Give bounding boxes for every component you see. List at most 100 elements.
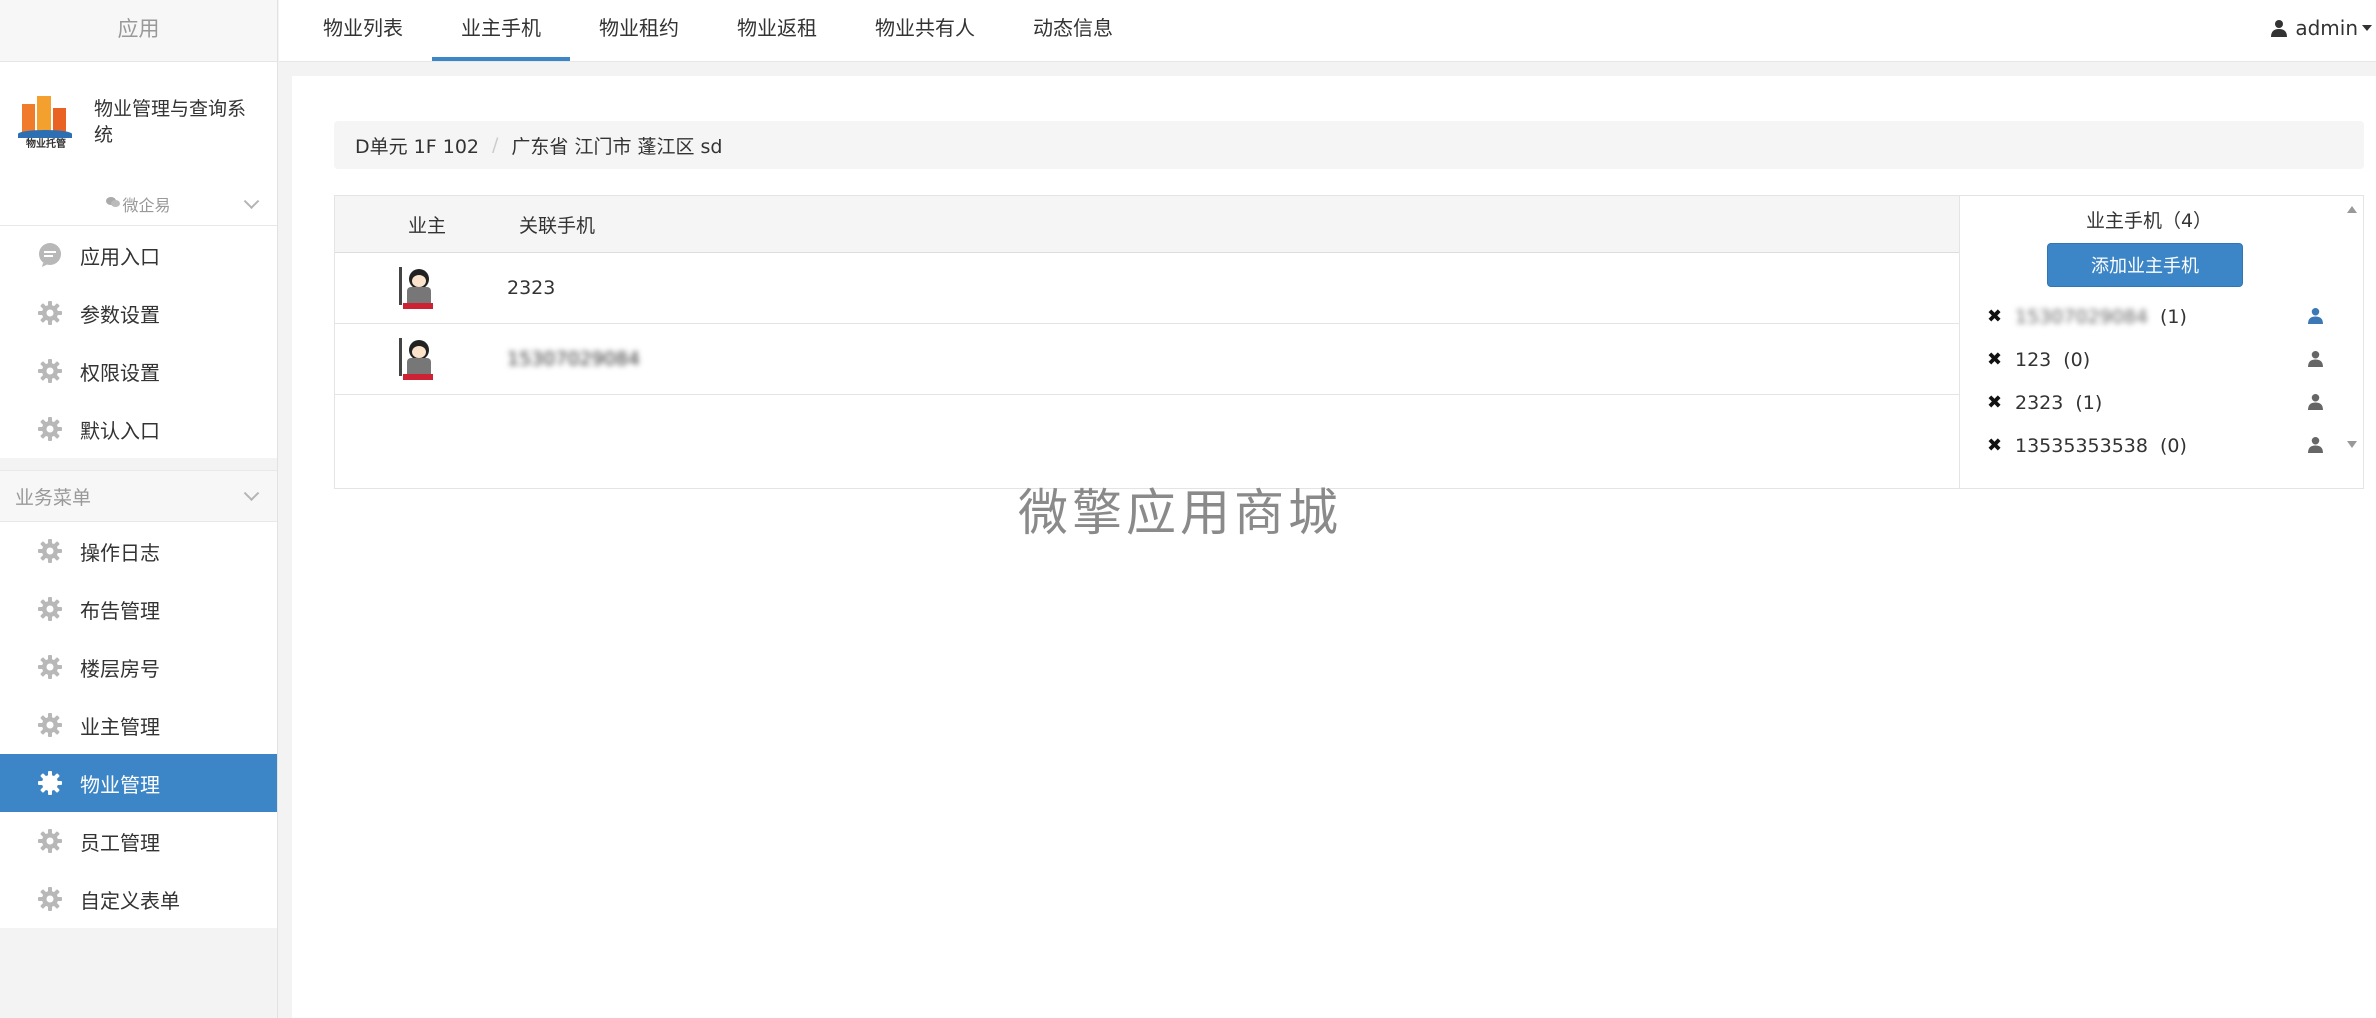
owners-table: 业主 关联手机 2323 15307029084 [335,196,1960,488]
sidebar: 应用 物业托管 物业管理与查询系统 微企易 应用入口参数设置权限设置默认入口 业… [0,0,278,1018]
sidebar-top-menu: 应用入口参数设置权限设置默认入口 [0,226,277,458]
phone-count: (1) [2159,305,2187,328]
user-menu[interactable]: admin [2271,0,2376,56]
phone-count: (0) [2159,434,2187,457]
sidebar-item-label: 物业管理 [80,772,160,797]
delete-icon[interactable]: ✖ [1987,306,2015,327]
sidebar-item-top-3[interactable]: 默认入口 [0,400,277,458]
avatar[interactable] [393,265,439,311]
top-navigation: 物业列表 业主手机 物业租约 物业返租 物业共有人 动态信息 admin [279,0,2376,62]
sidebar-section-business[interactable]: 业务菜单 [0,470,277,522]
sidebar-item-label: 自定义表单 [80,888,180,913]
phone-number: 15307029084 [2015,305,2148,328]
user-icon[interactable] [2308,393,2323,415]
gear-icon [36,415,64,443]
tab-5[interactable]: 动态信息 [1004,0,1142,62]
sidebar-item-4[interactable]: 物业管理 [0,754,277,812]
sidebar-item-label: 员工管理 [80,830,160,855]
sidebar-item-1[interactable]: 布告管理 [0,580,277,638]
chevron-down-icon[interactable] [243,485,260,502]
table-row: 2323 [335,253,1959,324]
sidebar-item-0[interactable]: 操作日志 [0,522,277,580]
scrollbar[interactable] [2341,196,2363,488]
section-title: 业务菜单 [15,486,92,509]
breadcrumb-unit[interactable]: D单元 1F 102 [355,132,479,159]
breadcrumb-address: 广东省 江门市 蓬江区 sd [511,135,723,158]
sidebar-item-label: 参数设置 [80,302,160,327]
owners-box: 业主 关联手机 2323 15307029084 业主手机（4） 添加业主手机 ✖… [334,195,2364,489]
breadcrumb: D单元 1F 102 / 广东省 江门市 蓬江区 sd [334,121,2364,169]
list-item: ✖ 13535353538 (0) [1961,424,2363,467]
sidebar-item-label: 应用入口 [80,244,160,269]
linked-phone-cell: 15307029084 [507,348,640,370]
phone-count: (1) [2075,391,2103,414]
user-icon [2271,19,2288,37]
scroll-up-icon[interactable] [2347,206,2357,213]
user-icon[interactable] [2308,307,2323,329]
add-owner-phone-button[interactable]: 添加业主手机 [2047,243,2243,287]
table-header: 业主 关联手机 [335,196,1959,253]
list-item: ✖ 2323 (1) [1961,381,2363,424]
delete-icon[interactable]: ✖ [1987,392,2015,413]
phone-count: (0) [2063,348,2091,371]
breadcrumb-separator: / [492,134,499,156]
tab-1[interactable]: 业主手机 [432,0,570,62]
owner-cell [335,336,497,382]
sidebar-item-5[interactable]: 员工管理 [0,812,277,870]
tab-0[interactable]: 物业列表 [294,0,432,62]
sidebar-sub-link[interactable]: 微企易 [0,182,277,226]
gear-icon [36,711,64,739]
linked-phone-cell: 2323 [507,277,556,299]
main-panel: D单元 1F 102 / 广东省 江门市 蓬江区 sd 业主 关联手机 2323… [292,76,2376,1018]
chevron-down-icon[interactable] [243,192,260,209]
tab-2[interactable]: 物业租约 [570,0,708,62]
gear-icon [36,827,64,855]
tab-4[interactable]: 物业共有人 [846,0,1004,62]
sidebar-item-label: 楼层房号 [80,656,160,681]
phones-panel-title: 业主手机（4） [2085,210,2213,232]
list-item: ✖ 15307029084 (1) [1961,295,2363,338]
sidebar-item-3[interactable]: 业主管理 [0,696,277,754]
wechat-icon [106,196,121,212]
gear-icon [36,537,64,565]
gear-icon [36,653,64,681]
delete-icon[interactable]: ✖ [1987,349,2015,370]
app-logo: 物业托管 [16,92,76,152]
phone-number: 2323 [2015,391,2064,414]
tab-3[interactable]: 物业返租 [708,0,846,62]
gear-icon [36,769,64,797]
list-item: ✖ 123 (0) [1961,338,2363,381]
owner-cell [335,265,497,311]
username: admin [2295,16,2358,40]
sidebar-item-6[interactable]: 自定义表单 [0,870,277,928]
sidebar-item-label: 权限设置 [80,360,160,385]
sidebar-item-top-1[interactable]: 参数设置 [0,284,277,342]
sub-link-label: 微企易 [122,195,171,215]
brand-name: 物业管理与查询系统 [94,98,247,146]
owner-phones-panel: 业主手机（4） 添加业主手机 ✖ 15307029084 (1) ✖ 123 (0) ✖ 23… [1961,196,2363,488]
brand-block[interactable]: 物业托管 物业管理与查询系统 [0,62,277,182]
caret-down-icon [2362,25,2372,31]
sidebar-business-menu: 操作日志布告管理楼层房号业主管理物业管理员工管理自定义表单 [0,522,277,928]
logo-text: 物业托管 [26,139,66,150]
sidebar-item-label: 默认入口 [80,418,160,443]
sidebar-item-top-0[interactable]: 应用入口 [0,226,277,284]
table-row: 15307029084 [335,324,1959,395]
user-icon[interactable] [2308,436,2323,458]
user-icon[interactable] [2308,350,2323,372]
column-header-phone: 关联手机 [519,214,596,237]
sidebar-item-label: 业主管理 [80,714,160,739]
scroll-down-icon[interactable] [2347,441,2357,448]
sidebar-item-2[interactable]: 楼层房号 [0,638,277,696]
column-header-owner: 业主 [407,214,446,237]
phone-number: 123 [2015,348,2052,371]
sidebar-item-top-2[interactable]: 权限设置 [0,342,277,400]
watermark: 微擎应用商城 [1018,484,1342,542]
delete-icon[interactable]: ✖ [1987,435,2015,456]
phone-list: ✖ 15307029084 (1) ✖ 123 (0) ✖ 2323 (1) ✖ 135353535… [1961,295,2363,467]
sidebar-app-title: 应用 [0,0,277,62]
chat-bubble-icon [36,241,64,269]
avatar[interactable] [393,336,439,382]
gear-icon [36,299,64,327]
sidebar-item-label: 操作日志 [80,540,160,565]
